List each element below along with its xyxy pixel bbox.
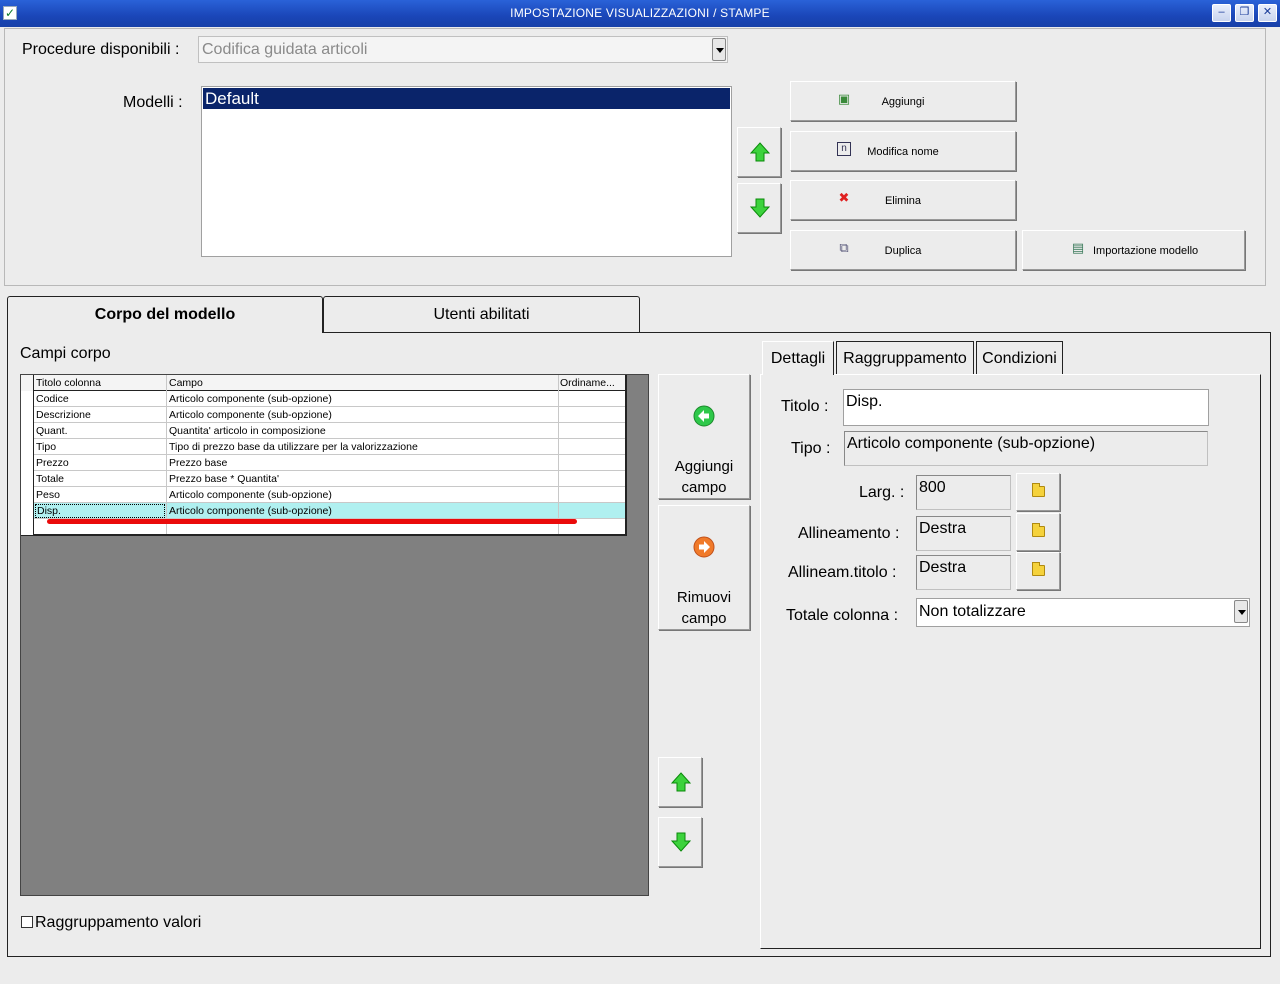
move-model-up-button[interactable] bbox=[737, 127, 781, 177]
larg-label: Larg. : bbox=[859, 484, 905, 501]
grid-header: Titolo colonna Campo Ordiname... bbox=[21, 375, 625, 391]
move-field-up-button[interactable] bbox=[658, 757, 702, 807]
tab-dettagli[interactable]: Dettagli bbox=[762, 341, 834, 375]
allineam-titolo-label: Allineam.titolo : bbox=[788, 564, 897, 581]
allineamento-value: Destra bbox=[916, 516, 1011, 551]
campi-corpo-grid[interactable]: Titolo colonna Campo Ordiname... Codice A… bbox=[21, 375, 627, 536]
rimuovi-campo-button[interactable]: Rimuovi campo bbox=[658, 505, 750, 630]
minimize-button[interactable]: – bbox=[1212, 4, 1231, 22]
table-row-selected[interactable]: Disp. Articolo componente (sub-opzione) bbox=[21, 503, 625, 519]
modifica-nome-button[interactable]: n Modifica nome bbox=[790, 131, 1016, 171]
totale-colonna-select[interactable]: Non totalizzare bbox=[916, 598, 1250, 627]
folder-icon bbox=[1032, 523, 1045, 537]
move-model-down-button[interactable] bbox=[737, 183, 781, 233]
table-row[interactable]: Descrizione Articolo componente (sub-opzi… bbox=[21, 407, 625, 423]
close-button[interactable]: ✕ bbox=[1258, 4, 1277, 22]
table-row[interactable]: Totale Prezzo base * Quantita' bbox=[21, 471, 625, 487]
restore-button[interactable]: ❐ bbox=[1235, 4, 1254, 22]
campi-corpo-grid-area: Titolo colonna Campo Ordiname... Codice A… bbox=[20, 374, 649, 896]
elimina-button[interactable]: ✖ Elimina bbox=[790, 180, 1016, 220]
arrow-down-icon bbox=[671, 832, 691, 852]
aggiungi-button[interactable]: ▣ Aggiungi bbox=[790, 81, 1016, 121]
aggiungi-campo-button[interactable]: Aggiungi campo bbox=[658, 374, 750, 499]
list-item[interactable]: Default bbox=[203, 88, 730, 109]
chevron-down-icon[interactable] bbox=[1234, 600, 1248, 623]
folder-icon bbox=[1032, 562, 1045, 576]
modelli-label: Modelli : bbox=[123, 94, 183, 111]
tipo-label: Tipo : bbox=[791, 440, 831, 457]
arrow-up-icon bbox=[671, 772, 691, 792]
title-bar: ✓ IMPOSTAZIONE VISUALIZZAZIONI / STAMPE … bbox=[0, 0, 1280, 27]
titolo-input[interactable]: Disp. bbox=[843, 389, 1209, 426]
red-annotation-underline bbox=[47, 519, 577, 524]
arrow-right-circle-icon bbox=[693, 536, 715, 558]
table-row[interactable]: Peso Articolo componente (sub-opzione) bbox=[21, 487, 625, 503]
tab-corpo-del-modello[interactable]: Corpo del modello bbox=[7, 296, 323, 333]
campi-corpo-label: Campi corpo bbox=[20, 345, 111, 362]
larg-value: 800 bbox=[916, 475, 1011, 510]
duplica-button[interactable]: ⧉ Duplica bbox=[790, 230, 1016, 270]
allineamento-label: Allineamento : bbox=[798, 525, 900, 542]
raggruppamento-valori-checkbox[interactable] bbox=[21, 916, 33, 928]
allineam-titolo-value: Destra bbox=[916, 555, 1011, 590]
table-row[interactable]: Quant. Quantita' articolo in composizione bbox=[21, 423, 625, 439]
procedure-label: Procedure disponibili : bbox=[22, 41, 180, 58]
totale-colonna-label: Totale colonna : bbox=[786, 607, 899, 624]
procedure-value: Codifica guidata articoli bbox=[202, 41, 368, 58]
tab-utenti-abilitati[interactable]: Utenti abilitati bbox=[323, 296, 640, 332]
tab-raggruppamento[interactable]: Raggruppamento bbox=[836, 341, 974, 374]
table-row[interactable]: Prezzo Prezzo base bbox=[21, 455, 625, 471]
larg-browse-button[interactable] bbox=[1016, 473, 1060, 511]
modelli-list[interactable]: Default bbox=[201, 86, 732, 257]
window-title: IMPOSTAZIONE VISUALIZZAZIONI / STAMPE bbox=[510, 6, 770, 20]
raggruppamento-valori-label: Raggruppamento valori bbox=[35, 914, 202, 931]
arrow-down-icon bbox=[750, 198, 770, 218]
importazione-modello-button[interactable]: ▤ Importazione modello bbox=[1022, 230, 1245, 270]
move-field-down-button[interactable] bbox=[658, 817, 702, 867]
arrow-up-icon bbox=[750, 142, 770, 162]
allineamento-browse-button[interactable] bbox=[1016, 513, 1060, 551]
tipo-value: Articolo componente (sub-opzione) bbox=[844, 431, 1208, 466]
chevron-down-icon[interactable] bbox=[712, 38, 726, 61]
column-header-campo[interactable]: Campo bbox=[169, 375, 559, 391]
tab-condizioni[interactable]: Condizioni bbox=[976, 341, 1063, 374]
titolo-label: Titolo : bbox=[781, 398, 829, 415]
allineam-titolo-browse-button[interactable] bbox=[1016, 552, 1060, 590]
folder-icon bbox=[1032, 483, 1045, 497]
column-header-ordinamento[interactable]: Ordiname... bbox=[560, 375, 622, 391]
table-row[interactable]: Tipo Tipo di prezzo base da utilizzare pe… bbox=[21, 439, 625, 455]
arrow-left-circle-icon bbox=[693, 405, 715, 427]
column-header-titolo[interactable]: Titolo colonna bbox=[36, 375, 166, 391]
table-row[interactable]: Codice Articolo componente (sub-opzione) bbox=[21, 391, 625, 407]
procedure-select[interactable]: Codifica guidata articoli bbox=[198, 36, 728, 63]
import-icon: ▤ bbox=[1071, 240, 1085, 255]
